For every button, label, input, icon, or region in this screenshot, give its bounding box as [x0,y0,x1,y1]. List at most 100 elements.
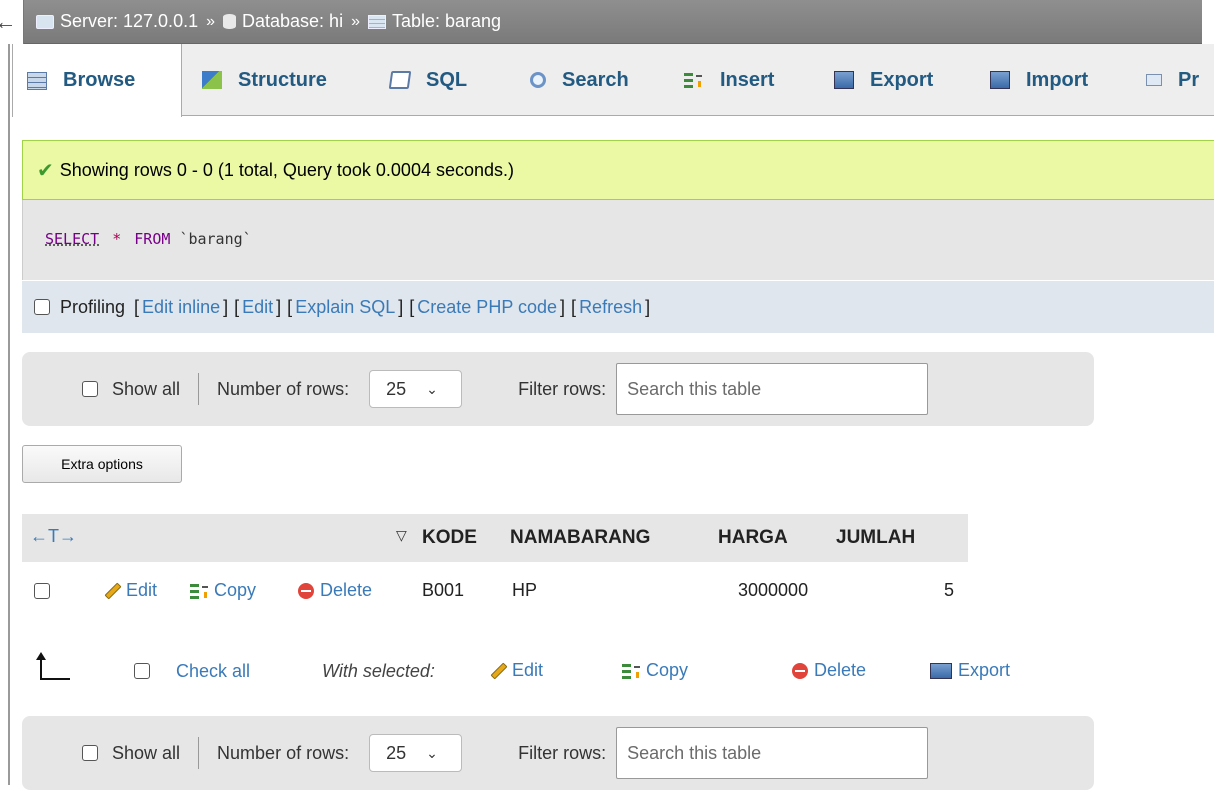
show-all-label[interactable]: Show all [112,743,180,764]
check-all-checkbox[interactable] [134,663,150,679]
bulk-copy-button[interactable]: Copy [622,660,688,681]
sql-keyword-select[interactable]: SELECT [45,230,99,248]
bulk-edit-button[interactable]: Edit [490,660,543,681]
column-header-kode[interactable]: KODE [422,527,477,549]
sql-icon [388,71,412,89]
tab-label: Import [1026,68,1089,91]
edit-label: Edit [512,660,544,680]
cell-harga[interactable]: 3000000 [738,580,808,601]
tab-label: Insert [720,68,775,91]
profiling-label: Profiling [60,296,126,317]
bracket: ] [223,296,229,317]
search-icon [530,72,546,88]
insert-icon [684,71,704,89]
export-label: Export [958,660,1011,680]
tab-search[interactable]: Search [530,44,629,116]
column-header-harga[interactable]: HARGA [718,527,788,549]
show-all-checkbox[interactable] [82,381,98,397]
bracket: ] [276,296,282,317]
table-header: ←T→ ▽ KODE NAMABARANG HARGA JUMLAH [22,514,968,562]
check-all-label[interactable]: Check all [176,661,250,682]
copy-icon [622,661,640,680]
chevron-down-icon: ⌄ [426,380,438,397]
select-value: 25 [386,378,407,399]
bracket: ] [398,296,404,317]
tab-structure[interactable]: Structure [202,44,327,116]
column-header-jumlah[interactable]: JUMLAH [836,527,915,549]
tab-label: Pr [1178,68,1200,91]
tab-import[interactable]: Import [990,44,1088,116]
tab-sql[interactable]: SQL [388,44,468,116]
success-text: Showing rows 0 - 0 (1 total, Query took … [59,159,515,180]
number-of-rows-label: Number of rows: [217,378,350,399]
extra-options-button[interactable]: Extra options [22,445,182,483]
refresh-link[interactable]: Refresh [579,297,642,318]
sql-star: * [112,230,122,248]
show-all-checkbox[interactable] [82,745,98,761]
profiling-checkbox[interactable] [34,299,50,315]
export-icon [930,662,952,679]
filter-rows-input[interactable] [616,727,929,779]
arrow-up-icon [36,652,70,680]
chevron-down-icon: ⌄ [426,744,438,761]
copy-icon [190,581,208,600]
edit-inline-link[interactable]: Edit inline [142,297,220,318]
column-header-namabarang[interactable]: NAMABARANG [510,527,650,549]
profiling-bar: Profiling [Edit inline] [Edit] [Explain … [22,281,1214,333]
bracket: [ [134,296,140,317]
tab-label: Export [870,68,934,91]
number-of-rows-label: Number of rows: [217,742,350,763]
tab-insert[interactable]: Insert [684,44,774,116]
select-value: 25 [386,742,407,763]
tab-label: SQL [426,68,468,91]
cell-namabarang[interactable]: HP [512,580,537,601]
create-php-code-link[interactable]: Create PHP code [417,297,557,318]
export-icon [834,71,854,89]
row-copy-button[interactable]: Copy [190,580,256,601]
edit-link[interactable]: Edit [242,297,273,318]
tab-bar: Browse Structure SQL Search Insert Expor… [12,44,1214,117]
row-checkbox[interactable] [34,583,50,599]
sql-query-box: SELECT * FROM `barang` [22,200,1214,280]
bracket: [ [287,296,293,317]
cell-jumlah[interactable]: 5 [944,580,954,601]
row-delete-button[interactable]: Delete [298,580,372,601]
pencil-icon [104,582,122,599]
import-icon [990,71,1010,89]
with-selected-label: With selected: [322,661,435,681]
table-row: Edit Copy Delete B001 HP 3000000 5 [22,562,968,620]
delete-icon [792,662,808,679]
bulk-export-button[interactable]: Export [930,660,1010,681]
sort-dropdown-icon[interactable]: ▽ [396,527,407,544]
column-controls-icon[interactable]: ←T→ [30,526,77,547]
success-message: ✔ Showing rows 0 - 0 (1 total, Query too… [22,140,1214,200]
checkmark-icon: ✔ [37,159,54,182]
bracket: [ [409,296,415,317]
filter-rows-input[interactable] [616,363,929,415]
tab-browse[interactable]: Browse [12,44,182,117]
divider [198,373,200,405]
delete-label: Delete [814,660,867,680]
bracket: [ [234,296,240,317]
tab-privileges[interactable]: Pr [1146,44,1199,116]
filter-rows-label: Filter rows: [518,742,607,763]
tab-label: Structure [238,68,327,91]
bulk-delete-button[interactable]: Delete [792,660,866,681]
divider [198,737,200,769]
privileges-icon [1146,74,1162,86]
bracket: [ [571,296,577,317]
tab-export[interactable]: Export [834,44,933,116]
copy-label: Copy [214,580,257,600]
pencil-icon [490,662,508,679]
structure-icon [202,71,222,89]
number-of-rows-select[interactable]: 25 ⌄ [369,370,463,408]
bracket: ] [560,296,566,317]
row-edit-button[interactable]: Edit [104,580,157,601]
browse-icon [27,71,47,90]
cell-kode[interactable]: B001 [422,580,464,601]
copy-label: Copy [646,660,689,680]
show-all-label[interactable]: Show all [112,379,180,400]
explain-sql-link[interactable]: Explain SQL [295,297,395,318]
tab-label: Search [562,68,629,91]
number-of-rows-select[interactable]: 25 ⌄ [369,734,463,772]
